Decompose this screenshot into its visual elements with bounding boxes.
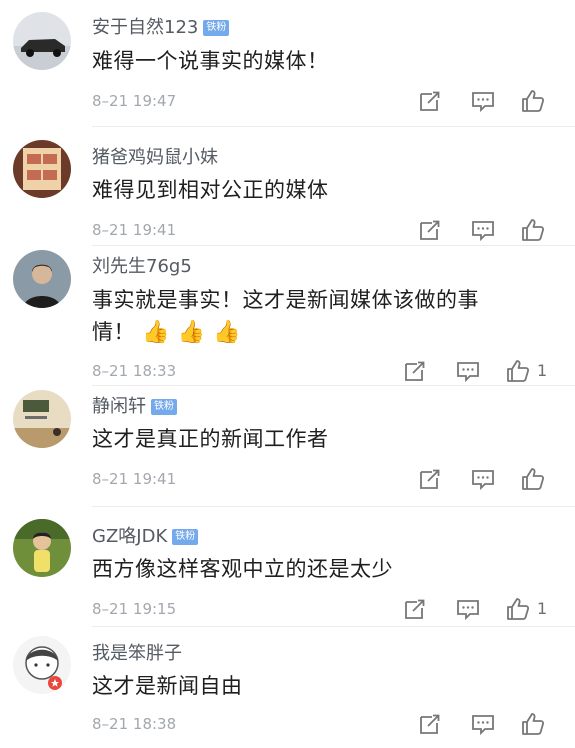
fan-badge: 铁粉 [172, 529, 199, 545]
comment-text-tail: 情！ [92, 320, 135, 344]
avatar[interactable] [13, 636, 71, 694]
username[interactable]: 猪爸鸡妈鼠小妹 [92, 147, 218, 169]
thumbs-up-icon[interactable] [520, 88, 546, 114]
comment-text: 难得一个说事实的媒体！ [92, 49, 329, 73]
thumbs-up-icon[interactable] [505, 596, 531, 622]
comment-text: 西方像这样客观中立的还是太少 [92, 557, 393, 581]
avatar[interactable] [13, 12, 71, 70]
thumbs-up-emoji: 👍 👍 👍 [142, 320, 241, 345]
username-text[interactable]: 刘先生76g5 [92, 256, 192, 277]
comment-icon[interactable] [455, 596, 481, 622]
timestamp: 8–21 19:47 [92, 92, 177, 110]
comment-icon[interactable] [470, 217, 496, 243]
comment-text-line: 情！ 👍 👍 👍 [92, 316, 532, 349]
comment-icon[interactable] [470, 88, 496, 114]
timestamp: 8–21 19:15 [92, 600, 177, 618]
timestamp: 8–21 18:38 [92, 715, 177, 733]
thumbs-up-icon[interactable] [520, 217, 546, 243]
comment-icon[interactable] [470, 466, 496, 492]
divider [92, 126, 575, 127]
thumbs-up-icon[interactable] [520, 711, 546, 737]
comment-text: 难得见到相对公正的媒体 [92, 178, 329, 202]
comment-text: 这才是真正的新闻工作者 [92, 427, 329, 451]
fan-badge: 铁粉 [151, 399, 177, 415]
username-text[interactable]: 静闲轩 [92, 396, 146, 417]
divider [92, 626, 575, 627]
divider [92, 506, 575, 507]
comment-text: 事实就是事实！这才是新闻媒体该做的事 情！ 👍 👍 👍 [92, 284, 532, 349]
timestamp: 8–21 19:41 [92, 221, 177, 239]
repost-icon[interactable] [417, 217, 443, 243]
timestamp: 8–21 18:33 [92, 362, 177, 380]
username[interactable]: 我是笨胖子 [92, 643, 182, 665]
avatar[interactable] [13, 250, 71, 308]
username-text[interactable]: 安于自然123 [92, 17, 198, 38]
avatar[interactable] [13, 390, 71, 448]
username-text[interactable]: GZ咯JDK [92, 526, 167, 547]
avatar[interactable] [13, 519, 71, 577]
repost-icon[interactable] [417, 88, 443, 114]
like-count: 1 [537, 599, 548, 618]
repost-icon[interactable] [417, 466, 443, 492]
comment-icon[interactable] [455, 358, 481, 384]
repost-icon[interactable] [417, 711, 443, 737]
repost-icon[interactable] [402, 358, 428, 384]
username[interactable]: 安于自然123 铁粉 [92, 17, 230, 39]
divider [92, 385, 575, 386]
comment-icon[interactable] [470, 711, 496, 737]
thumbs-up-icon[interactable] [505, 358, 531, 384]
fan-badge: 铁粉 [203, 20, 230, 36]
thumbs-up-icon[interactable] [520, 466, 546, 492]
username[interactable]: GZ咯JDK 铁粉 [92, 526, 199, 548]
username-text[interactable]: 猪爸鸡妈鼠小妹 [92, 147, 218, 168]
like-count: 1 [537, 361, 548, 380]
avatar[interactable] [13, 140, 71, 198]
comment-text: 这才是新闻自由 [92, 674, 243, 698]
divider [92, 245, 575, 246]
comment-text-line: 事实就是事实！这才是新闻媒体该做的事 [92, 288, 479, 312]
username-text[interactable]: 我是笨胖子 [92, 643, 182, 664]
username[interactable]: 刘先生76g5 [92, 256, 192, 278]
username[interactable]: 静闲轩 铁粉 [92, 396, 177, 418]
repost-icon[interactable] [402, 596, 428, 622]
timestamp: 8–21 19:41 [92, 470, 177, 488]
